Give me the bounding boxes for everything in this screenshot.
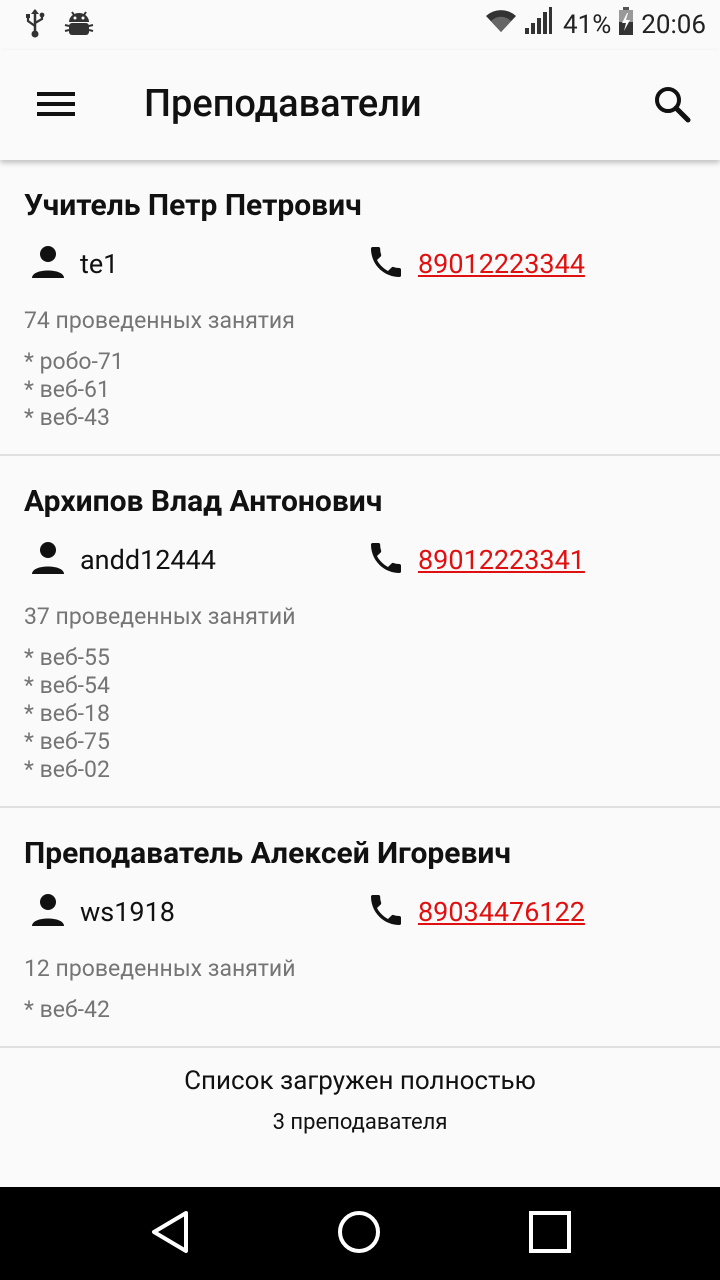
- teacher-login: te1: [30, 236, 118, 292]
- group-item: * веб-18: [24, 700, 110, 727]
- teacher-card[interactable]: Учитель Петр Петрович te1 89012223344 74…: [0, 160, 720, 456]
- phone-link[interactable]: 89012223344: [366, 236, 585, 292]
- back-icon: [148, 1209, 192, 1259]
- teacher-info-row: ws1918 89034476122: [24, 884, 696, 940]
- clock: 20:06: [641, 9, 706, 40]
- teacher-name: Архипов Влад Антонович: [24, 484, 383, 519]
- status-left-icons: [24, 8, 94, 42]
- phone-icon: [366, 890, 406, 934]
- login-text: ws1918: [80, 896, 175, 928]
- battery-charging-icon: [617, 6, 635, 43]
- teacher-info-row: andd12444 89012223341: [24, 532, 696, 588]
- menu-button[interactable]: [26, 80, 86, 132]
- group-item: * веб-61: [24, 376, 110, 403]
- system-nav-bar: [0, 1187, 720, 1280]
- teacher-card[interactable]: Преподаватель Алексей Игоревич ws1918 89…: [0, 808, 720, 1048]
- person-icon: [30, 540, 66, 580]
- signal-icon: [523, 6, 553, 43]
- teacher-login: andd12444: [30, 532, 216, 588]
- phone-number[interactable]: 89034476122: [418, 896, 585, 928]
- teacher-name: Учитель Петр Петрович: [24, 188, 362, 223]
- list-footer: Список загружен полностью 3 преподавател…: [0, 1048, 720, 1138]
- teacher-info-row: te1 89012223344: [24, 236, 696, 292]
- page-title: Преподаватели: [144, 82, 422, 126]
- group-item: * веб-54: [24, 672, 110, 699]
- group-item: * веб-75: [24, 728, 110, 755]
- person-icon: [30, 892, 66, 932]
- load-status: Список загружен полностью: [184, 1066, 536, 1096]
- teacher-count: 3 преподавателя: [272, 1110, 448, 1135]
- login-text: andd12444: [80, 544, 216, 576]
- phone-number[interactable]: 89012223344: [418, 248, 585, 280]
- wifi-icon: [485, 8, 517, 41]
- phone-link[interactable]: 89012223341: [366, 532, 585, 588]
- search-icon: [653, 85, 691, 127]
- group-item: * веб-55: [24, 644, 110, 671]
- lessons-count: 12 проведенных занятий: [24, 955, 296, 982]
- group-list: * веб-55 * веб-54 * веб-18 * веб-75 * ве…: [24, 644, 696, 784]
- recents-icon: [527, 1209, 573, 1259]
- menu-icon: [37, 90, 75, 122]
- group-item: * веб-42: [24, 996, 110, 1023]
- teacher-list: Учитель Петр Петрович te1 89012223344 74…: [0, 160, 720, 1138]
- group-item: * робо-71: [24, 348, 124, 375]
- recents-button[interactable]: [525, 1209, 575, 1259]
- teacher-name: Преподаватель Алексей Игоревич: [24, 836, 512, 871]
- status-bar: 41% 20:06: [0, 0, 720, 50]
- phone-number[interactable]: 89012223341: [418, 544, 585, 576]
- phone-icon: [366, 538, 406, 582]
- battery-percent: 41%: [562, 9, 612, 40]
- lessons-count: 74 проведенных занятия: [24, 307, 295, 334]
- teacher-login: ws1918: [30, 884, 175, 940]
- status-right-icons: 41% 20:06: [485, 6, 706, 43]
- group-list: * робо-71 * веб-61 * веб-43: [24, 348, 696, 432]
- android-debug-icon: [64, 8, 94, 42]
- app-toolbar: Преподаватели: [0, 50, 720, 160]
- home-button[interactable]: [334, 1209, 384, 1259]
- search-button[interactable]: [642, 76, 702, 136]
- group-item: * веб-02: [24, 756, 110, 783]
- back-button[interactable]: [145, 1209, 195, 1259]
- person-icon: [30, 244, 66, 284]
- phone-link[interactable]: 89034476122: [366, 884, 585, 940]
- teacher-card[interactable]: Архипов Влад Антонович andd12444 8901222…: [0, 456, 720, 808]
- phone-icon: [366, 242, 406, 286]
- group-list: * веб-42: [24, 996, 696, 1024]
- home-icon: [336, 1209, 382, 1259]
- login-text: te1: [80, 248, 119, 280]
- usb-icon: [24, 8, 46, 42]
- group-item: * веб-43: [24, 404, 110, 431]
- lessons-count: 37 проведенных занятий: [24, 603, 296, 630]
